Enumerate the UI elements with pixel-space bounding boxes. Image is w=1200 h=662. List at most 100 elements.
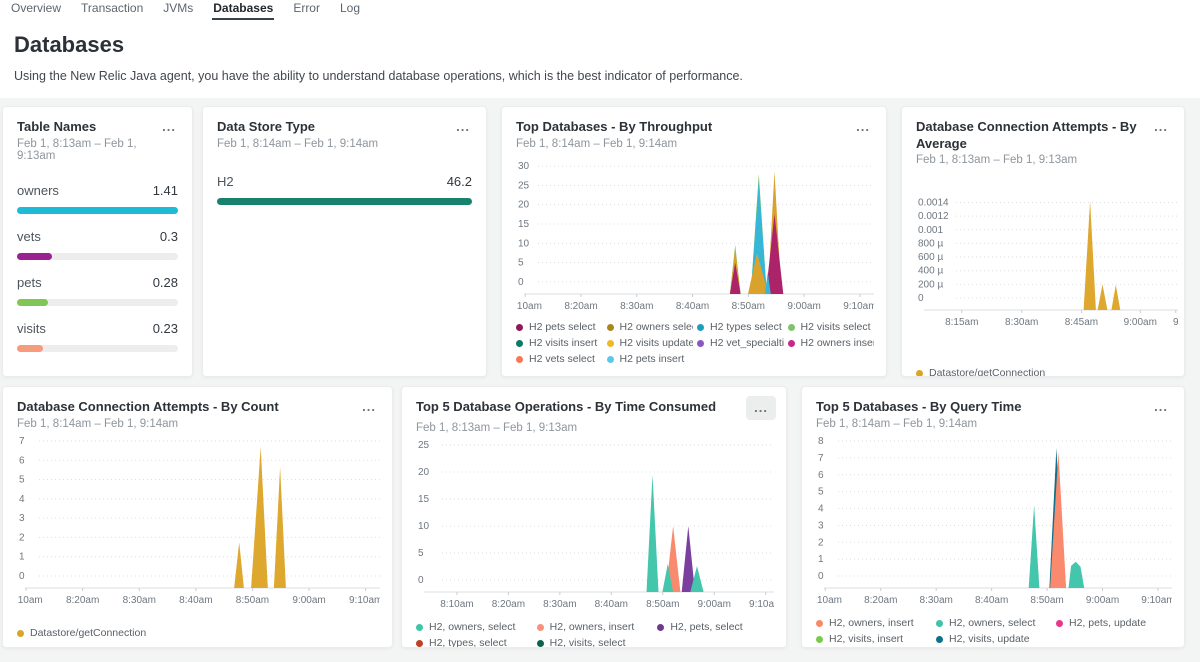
y-axis-tick-label: 7 <box>818 453 824 464</box>
y-axis-tick-label: 2 <box>818 537 824 548</box>
bar-value: 0.28 <box>153 275 178 290</box>
y-axis-tick-label: 25 <box>518 180 530 191</box>
bar-track <box>17 207 178 214</box>
y-axis-tick-label: 4 <box>19 494 25 505</box>
legend-item[interactable]: H2 pets select <box>516 320 603 334</box>
y-axis-tick-label: 1 <box>818 554 824 565</box>
legend-item[interactable]: H2 visits update <box>607 336 694 350</box>
x-axis-tick-label: 8:40am <box>179 595 212 606</box>
y-axis-tick-label: 6 <box>818 470 824 481</box>
legend-item[interactable]: H2 owners select <box>607 320 694 334</box>
panel-menu-button[interactable]: ... <box>1148 398 1174 416</box>
legend-item[interactable]: H2, visits, select <box>537 636 654 648</box>
y-axis-tick-label: 0.0014 <box>918 197 949 208</box>
legend-item[interactable]: H2 pets insert <box>607 352 694 366</box>
chart-canvas: 0123456788:10am8:20am8:30am8:40am8:50am9… <box>816 431 1172 610</box>
legend-item[interactable]: H2, visits, insert <box>816 632 932 646</box>
legend-item[interactable]: H2, owners, select <box>416 620 533 634</box>
legend-dot-icon <box>1056 620 1063 627</box>
panel-title: Data Store Type <box>217 118 315 135</box>
bar-label: vets <box>17 229 41 244</box>
y-axis-tick-label: 10 <box>518 238 530 249</box>
nav-tab-transaction[interactable]: Transaction <box>80 0 144 20</box>
legend-item[interactable]: Datastore/getConnection <box>916 366 1174 377</box>
x-axis-tick-label: 9:10am <box>1141 595 1172 606</box>
legend-item[interactable]: H2 visits select <box>788 320 875 334</box>
legend-dot-icon <box>816 636 823 643</box>
y-axis-tick-label: 7 <box>19 436 25 447</box>
panel-date-range: Feb 1, 8:13am – Feb 1, 9:13am <box>916 154 1170 166</box>
legend-dot-icon <box>788 324 795 331</box>
bar-value: 0.23 <box>153 321 178 336</box>
x-axis-tick-label: 8:40am <box>975 595 1008 606</box>
page-description: Using the New Relic Java agent, you have… <box>14 69 1200 83</box>
y-axis-tick-label: 0 <box>418 575 424 586</box>
legend-item[interactable]: H2 vet_specialti… <box>697 336 784 350</box>
panel-date-range: Feb 1, 8:14am – Feb 1, 9:14am <box>217 138 472 150</box>
bar-value: 1.41 <box>153 183 178 198</box>
y-axis-tick-label: 15 <box>418 494 430 505</box>
legend-dot-icon <box>416 624 423 631</box>
x-axis-tick-label: 8:30am <box>543 599 576 610</box>
legend-item[interactable]: H2 owners insert <box>788 336 875 350</box>
nav-tab-error[interactable]: Error <box>292 0 321 20</box>
chart-canvas: 05101520258:10am8:20am8:30am8:40am8:50am… <box>416 435 774 614</box>
y-axis-tick-label: 5 <box>19 475 25 486</box>
bar-track <box>217 198 472 205</box>
panel-menu-button[interactable]: ... <box>850 118 876 136</box>
bar-value: 0.3 <box>160 229 178 244</box>
panel-menu-button[interactable]: ... <box>450 118 476 136</box>
legend-item[interactable]: Datastore/getConnection <box>17 626 380 640</box>
bar-label: H2 <box>217 174 234 189</box>
bar-list: owners1.41vets0.3pets0.28visits0.23 <box>3 183 192 352</box>
y-axis-tick-label: 30 <box>518 161 530 172</box>
bar-fill <box>17 253 52 260</box>
bar-fill <box>17 345 43 352</box>
bar-row-H2: H246.2 <box>217 174 472 205</box>
bar-label: owners <box>17 183 59 198</box>
panel-title: Top 5 Databases - By Query Time <box>816 398 1021 415</box>
x-axis-tick-label: 8:20am <box>492 599 525 610</box>
y-axis-tick-label: 3 <box>19 513 25 524</box>
panel-menu-button[interactable]: ... <box>156 118 182 136</box>
bar-row-owners: owners 1.41 <box>17 183 178 214</box>
nav-tab-jvms[interactable]: JVMs <box>162 0 194 20</box>
bar-fill <box>17 207 178 214</box>
legend-item[interactable]: H2, types, select <box>416 636 533 648</box>
legend-item[interactable]: H2 types select <box>697 320 784 334</box>
legend-dot-icon <box>607 356 614 363</box>
legend-dot-icon <box>816 620 823 627</box>
legend-dot-icon <box>657 624 664 631</box>
bar-track <box>17 253 178 260</box>
legend-item[interactable]: H2, visits, update <box>936 632 1052 646</box>
x-axis-tick-label: 9:10am <box>749 599 774 610</box>
nav-tab-overview[interactable]: Overview <box>10 0 62 20</box>
x-axis-tick-label: 9 <box>1173 317 1178 328</box>
panel-date-range: Feb 1, 8:13am – Feb 1, 9:13am <box>17 138 178 162</box>
area-series-datastore-getconnection <box>274 467 286 588</box>
legend-item[interactable]: H2, pets, select <box>657 620 774 634</box>
panel-date-range: Feb 1, 8:14am – Feb 1, 9:14am <box>816 418 1170 430</box>
legend-dot-icon <box>697 324 704 331</box>
y-axis-tick-label: 10 <box>418 521 430 532</box>
legend-dot-icon <box>416 640 423 647</box>
x-axis-tick-label: 8:10am <box>17 595 43 606</box>
panel-date-range: Feb 1, 8:14am – Feb 1, 9:14am <box>17 418 378 430</box>
panel-menu-button[interactable]: ... <box>746 396 776 420</box>
legend-item[interactable]: H2, owners, insert <box>816 616 932 630</box>
panel-table-names: Table Names ... Feb 1, 8:13am – Feb 1, 9… <box>2 106 193 377</box>
x-axis-tick-label: 9:00am <box>698 599 731 610</box>
legend-item[interactable]: H2, owners, insert <box>537 620 654 634</box>
x-axis-tick-label: 9:10am <box>843 301 874 312</box>
legend-item[interactable]: H2 visits insert <box>516 336 603 350</box>
legend-item[interactable]: H2, pets, update <box>1056 616 1172 630</box>
legend-item[interactable]: H2, owners, select <box>936 616 1052 630</box>
panel-menu-button[interactable]: ... <box>356 398 382 416</box>
panel-title: Top 5 Database Operations - By Time Cons… <box>416 398 716 415</box>
nav-tab-log[interactable]: Log <box>339 0 361 20</box>
nav-tab-databases[interactable]: Databases <box>212 0 274 20</box>
new-relic-databases-dashboard: { "ui": { "menu_glyph": "..." }, "nav": … <box>0 0 1200 662</box>
x-axis-tick-label: 8:50am <box>646 599 679 610</box>
panel-menu-button[interactable]: ... <box>1148 118 1174 136</box>
legend-item[interactable]: H2 vets select <box>516 352 603 366</box>
